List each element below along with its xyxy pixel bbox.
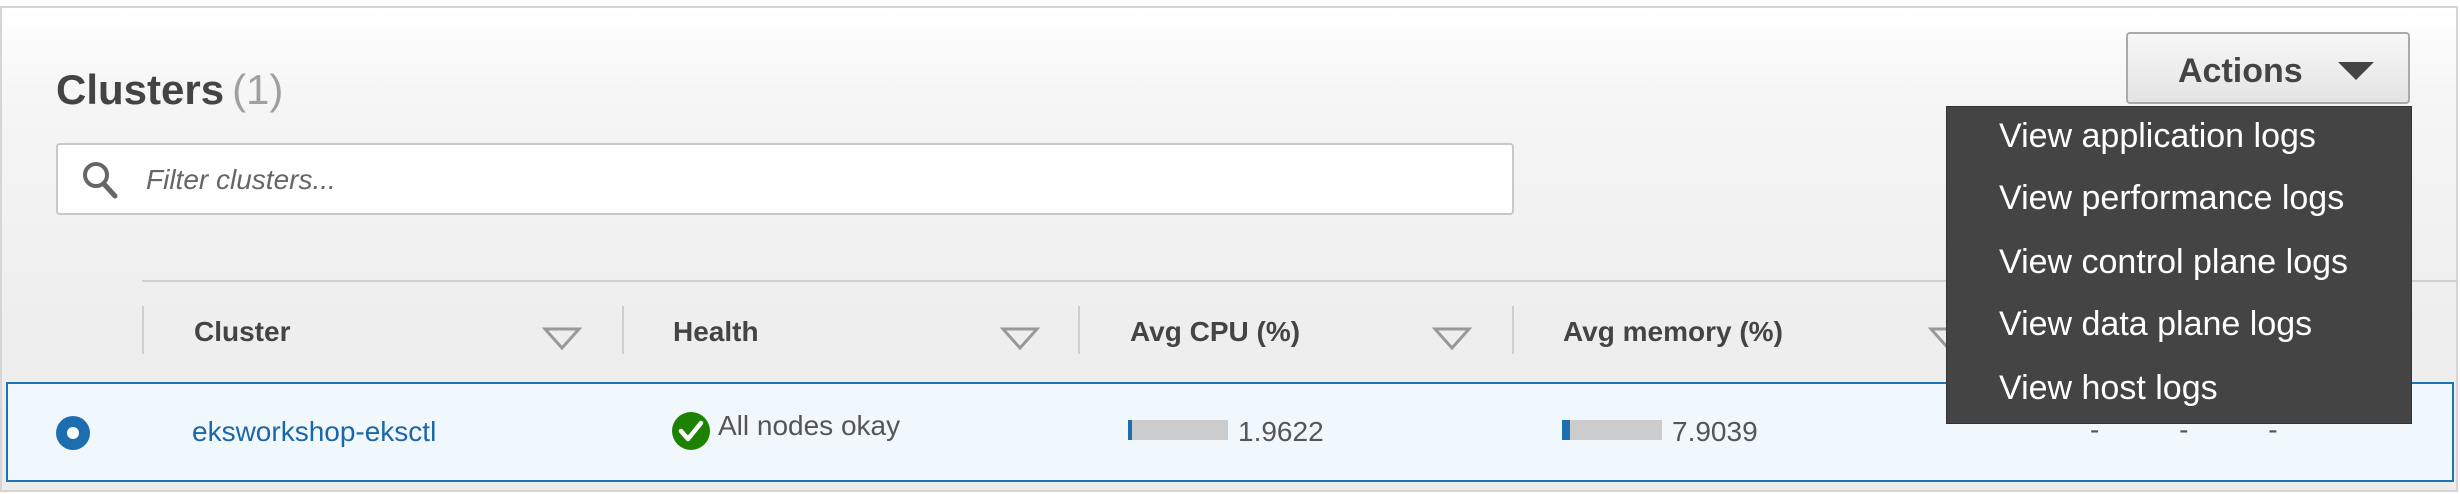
sort-down-icon[interactable] — [1000, 326, 1040, 352]
cpu-value: 1.9622 — [1238, 416, 1324, 447]
filter-clusters-input[interactable] — [144, 149, 1488, 211]
column-separator — [1512, 306, 1514, 354]
filter-box[interactable] — [56, 143, 1514, 215]
page-title: Clusters (1) — [56, 66, 283, 114]
column-header-avg-memory[interactable]: Avg memory (%) — [1563, 316, 1783, 348]
column-header-cluster[interactable]: Cluster — [194, 316, 290, 348]
column-separator — [142, 306, 144, 354]
cluster-name-link[interactable]: eksworkshop-eksctl — [192, 416, 436, 448]
column-separator — [1078, 306, 1080, 354]
health-status: All nodes okay — [718, 410, 901, 441]
actions-button[interactable]: Actions — [2126, 32, 2410, 104]
menu-item-view-data-plane-logs[interactable]: View data plane logs — [1999, 305, 2312, 344]
check-circle-icon — [672, 412, 710, 450]
memory-value: 7.9039 — [1672, 416, 1758, 447]
menu-item-view-application-logs[interactable]: View application logs — [1999, 117, 2316, 156]
cluster-count: (1) — [232, 66, 284, 113]
memory-usage-bar — [1562, 420, 1662, 440]
actions-label: Actions — [2178, 52, 2303, 90]
cpu-usage-fill — [1128, 420, 1132, 440]
row-select-radio[interactable] — [56, 416, 90, 450]
caret-down-icon — [2338, 62, 2374, 80]
column-separator — [622, 306, 624, 354]
actions-dropdown-menu: View application logs View performance l… — [1946, 106, 2412, 424]
column-header-avg-cpu[interactable]: Avg CPU (%) — [1130, 316, 1300, 348]
menu-item-view-host-logs[interactable]: View host logs — [1999, 369, 2218, 408]
search-icon — [83, 162, 118, 199]
cpu-usage-bar — [1128, 420, 1228, 440]
title-text: Clusters — [56, 66, 225, 113]
menu-item-view-control-plane-logs[interactable]: View control plane logs — [1999, 243, 2348, 282]
column-header-health[interactable]: Health — [673, 316, 759, 348]
sort-down-icon[interactable] — [1432, 326, 1472, 352]
sort-down-icon[interactable] — [542, 326, 582, 352]
menu-item-view-performance-logs[interactable]: View performance logs — [1999, 179, 2344, 218]
memory-usage-fill — [1562, 420, 1570, 440]
